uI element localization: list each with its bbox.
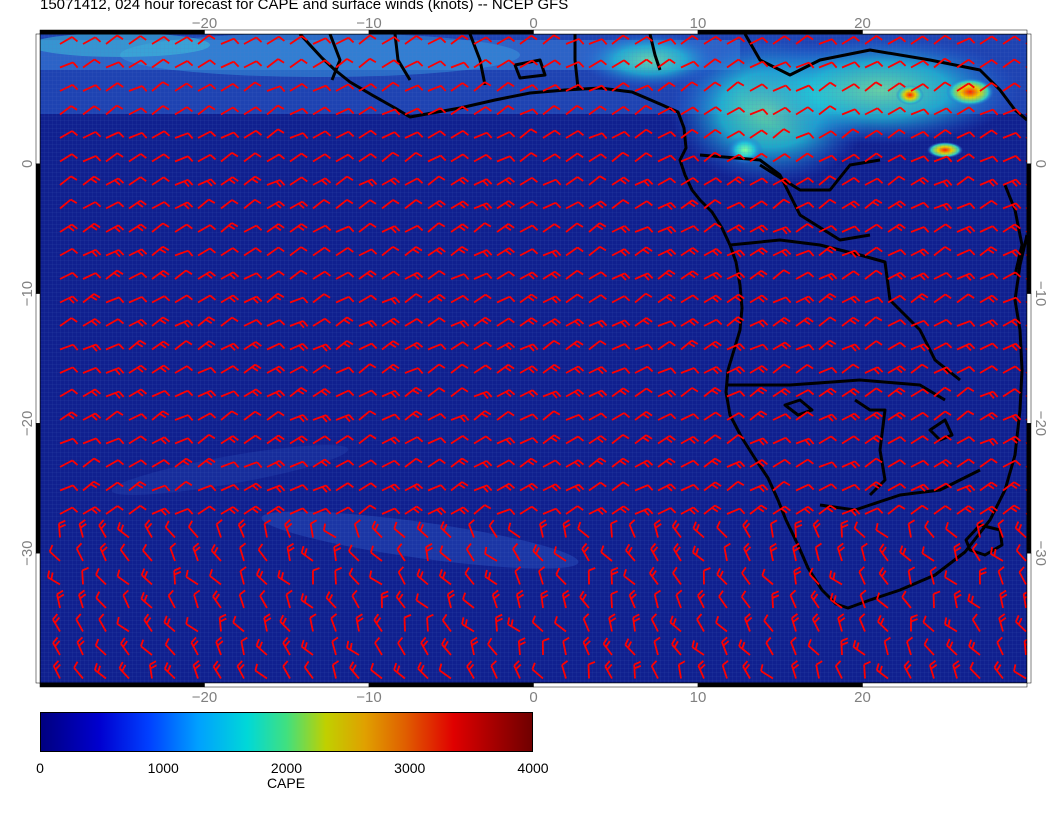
colorbar-tick-label: 3000: [394, 760, 426, 776]
lon-tick-label-top: 20: [854, 15, 871, 32]
top-axis-band: [533, 29, 699, 35]
lon-tick-label-bottom: 20: [854, 689, 871, 706]
lon-tick-label-top: 10: [690, 15, 707, 32]
lon-tick-label-top: −20: [192, 15, 217, 32]
lat-tick-label-left: −10: [19, 281, 36, 306]
top-axis-band: [39, 29, 205, 35]
lat-tick-label-left: −30: [19, 540, 36, 565]
right-axis-band: [1026, 293, 1032, 424]
lat-tick-label-left: −20: [19, 411, 36, 436]
bottom-axis-band: [368, 682, 534, 688]
colorbar-tick-label: 1000: [147, 760, 179, 776]
right-axis-band: [1026, 423, 1032, 554]
lat-tick-label-left: 0: [19, 160, 36, 168]
right-axis-band: [1026, 552, 1032, 684]
colorbar-tick-label: 2000: [270, 760, 303, 776]
map-figure: −20 −20 −10 −10 0 0 10 10 20 20 0 0 −10 −10 −20 −20 −30 −…: [19, 15, 1049, 706]
left-axis-band: [35, 33, 41, 165]
bottom-axis-band: [697, 682, 863, 688]
lat-tick-label-right: −30: [1032, 540, 1049, 565]
lon-tick-label-top: 0: [529, 15, 537, 32]
bottom-axis-band: [533, 682, 699, 688]
lon-tick-label-bottom: −10: [356, 689, 381, 706]
bottom-axis-band: [204, 682, 370, 688]
left-axis-band: [35, 552, 41, 684]
top-axis-band: [204, 29, 370, 35]
left-axis-band: [35, 163, 41, 294]
left-axis-band: [35, 423, 41, 554]
top-axis-band: [862, 29, 1028, 35]
left-axis-band: [35, 293, 41, 424]
bottom-axis-band: [862, 682, 1028, 688]
right-axis-band: [1026, 33, 1032, 165]
lon-tick-label-bottom: 0: [529, 689, 537, 706]
lon-tick-label-bottom: −20: [192, 689, 217, 706]
colorbar-tick-label: 4000: [517, 760, 549, 776]
top-axis-band: [697, 29, 863, 35]
lat-tick-label-right: −10: [1032, 281, 1049, 306]
cape-colorbar: [40, 712, 533, 752]
lat-tick-label-right: 0: [1032, 160, 1049, 168]
lon-tick-label-bottom: 10: [690, 689, 707, 706]
colorbar-tick-label: 0: [36, 760, 44, 776]
lon-tick-label-top: −10: [356, 15, 381, 32]
right-axis-band: [1026, 163, 1032, 294]
cape-field: [40, 34, 1027, 683]
top-axis-band: [368, 29, 534, 35]
bottom-axis-band: [39, 682, 205, 688]
lat-tick-label-right: −20: [1032, 411, 1049, 436]
colorbar-title: CAPE: [266, 775, 306, 791]
